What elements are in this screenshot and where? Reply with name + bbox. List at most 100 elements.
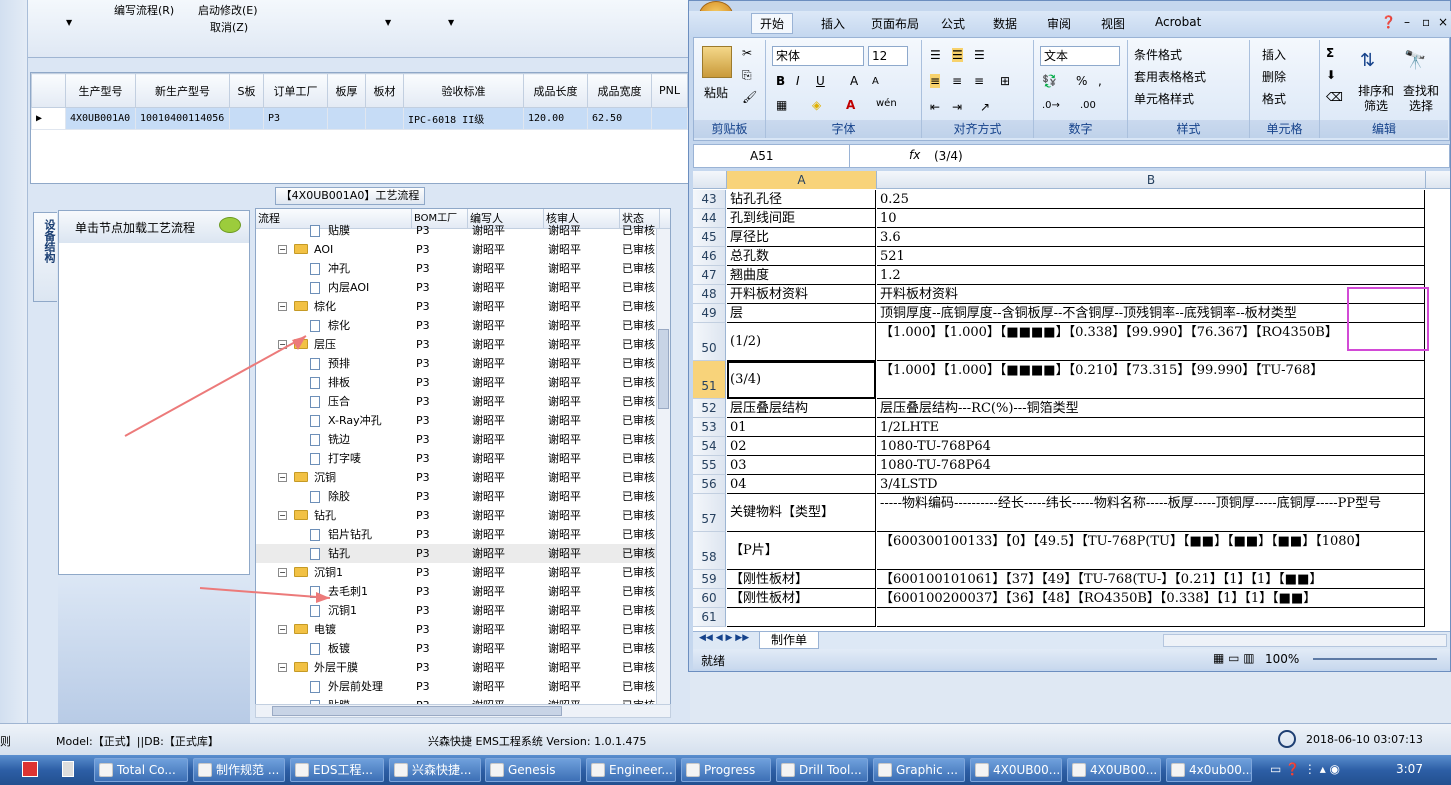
cell-b[interactable]: 【1.000】【1.000】【■■■■】【0.210】【73.315】【99.9…: [877, 361, 1425, 399]
align-top-icon[interactable]: ☰: [930, 48, 941, 62]
font-color-icon[interactable]: A: [846, 98, 855, 112]
percent-icon[interactable]: %: [1076, 74, 1087, 88]
taskbar-button[interactable]: 兴森快捷...: [389, 758, 481, 782]
restore-icon[interactable]: ▫: [1422, 15, 1430, 29]
cell-b[interactable]: 顶铜厚度--底铜厚度--含铜板厚--不含铜厚--顶残铜率--底残铜率--板材类型: [877, 304, 1425, 323]
table-format-button[interactable]: 套用表格格式: [1134, 68, 1206, 85]
row-header[interactable]: 43: [693, 190, 726, 209]
row-header[interactable]: 57: [693, 494, 726, 532]
sheet-tab[interactable]: 制作单: [759, 632, 819, 649]
formula-input[interactable]: (3/4): [934, 149, 963, 163]
find-select-button[interactable]: 查找和选择: [1400, 84, 1442, 114]
cell-b[interactable]: 1.2: [877, 266, 1425, 285]
cell-style-button[interactable]: 单元格样式: [1134, 90, 1194, 107]
row-header[interactable]: 53: [693, 418, 726, 437]
fill-icon[interactable]: ⬇: [1326, 68, 1336, 82]
font-name-box[interactable]: 宋体: [772, 46, 864, 66]
row-header[interactable]: 61: [693, 608, 726, 627]
paste-button[interactable]: 粘贴: [704, 84, 728, 101]
row-header[interactable]: 44: [693, 209, 726, 228]
increase-decimal-icon[interactable]: .0→: [1042, 100, 1060, 111]
format-button[interactable]: 格式: [1262, 90, 1286, 107]
row-header[interactable]: 51: [693, 361, 726, 399]
cell-a[interactable]: 总孔数: [727, 247, 876, 266]
row-header[interactable]: 45: [693, 228, 726, 247]
sheet-hscrollbar[interactable]: [1163, 634, 1447, 647]
align-bottom-icon[interactable]: ☰: [974, 48, 985, 62]
taskbar-button[interactable]: EDS工程...: [290, 758, 384, 782]
cell-b[interactable]: 开料板材资料: [877, 285, 1425, 304]
shrink-font-icon[interactable]: A: [872, 76, 879, 87]
zoom-slider[interactable]: [1313, 658, 1437, 660]
ribbon-tab[interactable]: 插入: [821, 15, 845, 32]
taskbar-button[interactable]: Progress: [681, 758, 771, 782]
cell-b[interactable]: 【600300100133】【0】【49.5】【TU-768P(TU】【■■】【…: [877, 532, 1425, 570]
cell-b[interactable]: 0.25: [877, 190, 1425, 209]
row-header[interactable]: 54: [693, 437, 726, 456]
cell-a[interactable]: [727, 608, 876, 627]
merge-icon[interactable]: ⊞: [1000, 74, 1010, 88]
taskbar-button[interactable]: Drill Tool...: [776, 758, 868, 782]
app-launcher-icon[interactable]: [22, 761, 38, 777]
cell-a[interactable]: 【P片】: [727, 532, 876, 570]
row-header[interactable]: 60: [693, 589, 726, 608]
calculator-icon[interactable]: [62, 761, 74, 777]
fill-color-icon[interactable]: ◈: [812, 98, 821, 112]
sheet-nav-icon[interactable]: ◀◀ ◀ ▶ ▶▶: [699, 633, 749, 643]
cell-b[interactable]: 【1.000】【1.000】【■■■■】【0.338】【99.990】【76.3…: [877, 323, 1425, 361]
taskbar-button[interactable]: 4X0UB00...: [970, 758, 1062, 782]
cell-b[interactable]: 1080-TU-768P64: [877, 437, 1425, 456]
delete-button[interactable]: 删除: [1262, 68, 1286, 85]
cell-a[interactable]: 钻孔孔径: [727, 190, 876, 209]
row-header[interactable]: 48: [693, 285, 726, 304]
row-header[interactable]: 56: [693, 475, 726, 494]
ribbon-tab[interactable]: 视图: [1101, 15, 1125, 32]
cell-b[interactable]: 3.6: [877, 228, 1425, 247]
taskbar-button[interactable]: 4X0UB00...: [1067, 758, 1161, 782]
italic-icon[interactable]: I: [796, 74, 800, 88]
row-header[interactable]: 52: [693, 399, 726, 418]
ribbon-tab[interactable]: 数据: [993, 15, 1017, 32]
row-header[interactable]: 46: [693, 247, 726, 266]
taskbar-button[interactable]: Total Co...: [94, 758, 188, 782]
bold-icon[interactable]: B: [776, 74, 785, 88]
cell-a[interactable]: 翘曲度: [727, 266, 876, 285]
cell-a[interactable]: 关键物料【类型】: [727, 494, 876, 532]
cell-b[interactable]: 【600100101061】【37】【49】【TU-768(TU-】【0.21】…: [877, 570, 1425, 589]
cell-a[interactable]: (1/2): [727, 323, 876, 361]
align-right-icon[interactable]: ≡: [974, 74, 984, 88]
insert-button[interactable]: 插入: [1262, 46, 1286, 63]
taskbar-button[interactable]: Genesis: [485, 758, 581, 782]
row-header[interactable]: 49: [693, 304, 726, 323]
name-box[interactable]: A51: [694, 145, 850, 167]
cell-a[interactable]: 孔到线间距: [727, 209, 876, 228]
cell-a[interactable]: 厚径比: [727, 228, 876, 247]
row-header[interactable]: 50: [693, 323, 726, 361]
cell-a[interactable]: 【刚性板材】: [727, 570, 876, 589]
ribbon-tab[interactable]: Acrobat: [1155, 15, 1201, 29]
taskbar-button[interactable]: Engineer...: [586, 758, 676, 782]
cell-b[interactable]: [877, 608, 1425, 627]
row-header[interactable]: 59: [693, 570, 726, 589]
sort-filter-button[interactable]: 排序和筛选: [1356, 84, 1396, 114]
cell-a[interactable]: (3/4): [727, 361, 876, 399]
align-left-icon[interactable]: ≡: [930, 74, 941, 88]
sum-icon[interactable]: Σ: [1326, 46, 1334, 60]
phonetic-icon[interactable]: wén: [876, 98, 897, 109]
orientation-icon[interactable]: ↗: [980, 100, 990, 114]
cell-a[interactable]: 04: [727, 475, 876, 494]
align-middle-icon[interactable]: ☰: [952, 48, 963, 62]
comma-icon[interactable]: ,: [1098, 74, 1102, 88]
font-size-box[interactable]: 12: [868, 46, 908, 66]
cell-b[interactable]: 1080-TU-768P64: [877, 456, 1425, 475]
taskbar-button[interactable]: 4x0ub00...: [1166, 758, 1252, 782]
cell-b[interactable]: -----物料编码----------经长-----纬长-----物料名称---…: [877, 494, 1425, 532]
align-center-icon[interactable]: ≡: [952, 74, 962, 88]
cell-b[interactable]: 521: [877, 247, 1425, 266]
copy-icon[interactable]: ⎘: [742, 68, 752, 83]
ribbon-tab[interactable]: 公式: [941, 15, 965, 32]
minimize-icon[interactable]: –: [1404, 15, 1410, 29]
cell-a[interactable]: 02: [727, 437, 876, 456]
cell-a[interactable]: 层: [727, 304, 876, 323]
help-icon[interactable]: ❓: [1381, 15, 1396, 29]
